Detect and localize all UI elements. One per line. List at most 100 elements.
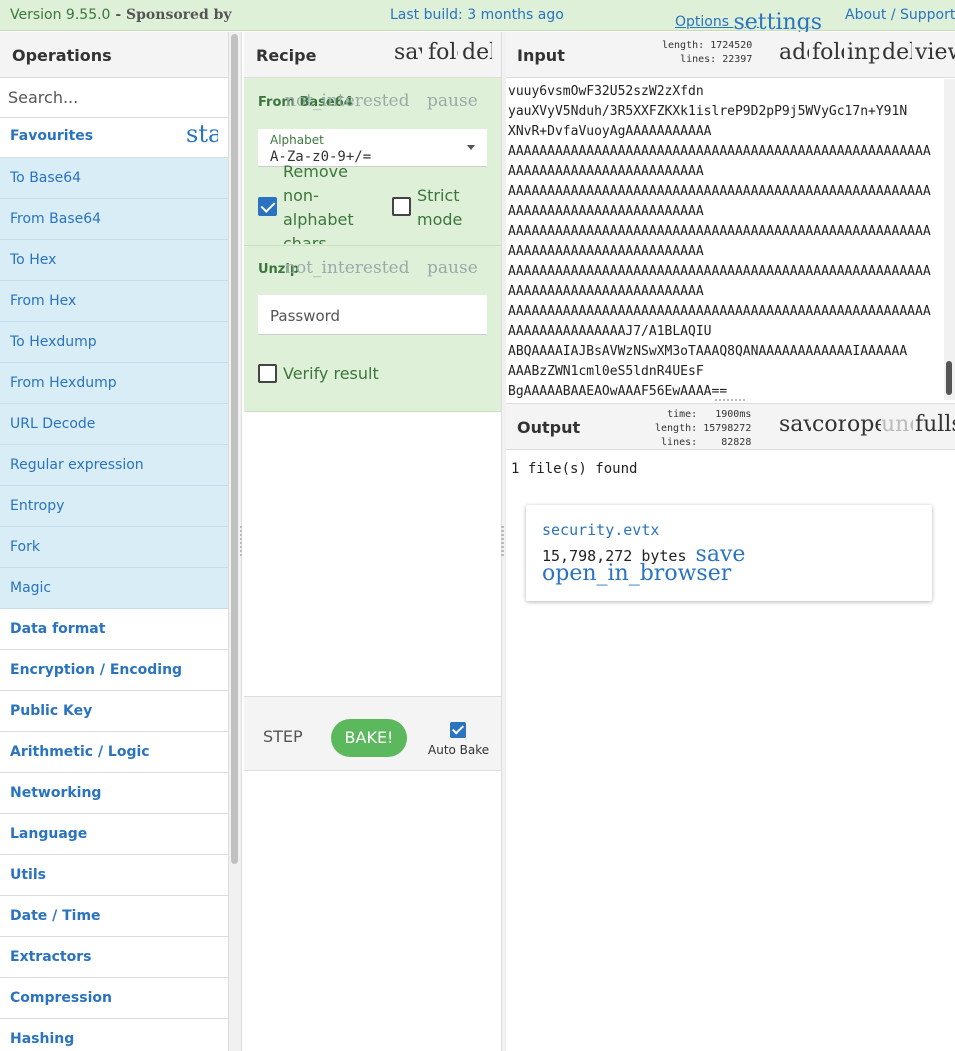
delete-icon[interactable]: delete <box>462 40 492 65</box>
verify-result-label: Verify result <box>283 364 379 383</box>
operation-item[interactable]: Regular expression <box>0 445 228 486</box>
output-stats: time: 1900ms length: 15798272 lines: 828… <box>655 409 752 448</box>
output-panel: Output time: 1900ms length: 15798272 lin… <box>506 403 955 1051</box>
input-panel: Input length: 1724520 lines: 22397 add f… <box>506 32 955 400</box>
view-icon[interactable]: view <box>915 40 955 65</box>
recipe-title: Recipe <box>256 46 317 65</box>
disable-icon[interactable]: not_interested <box>285 91 409 111</box>
recipe-panel: Recipe save folder delete From Base64 no… <box>244 32 502 1051</box>
input-textarea[interactable]: vuuy6vsmOwF32U52szW2zXfdn yauXVyV5Nduh/3R… <box>508 82 944 398</box>
password-placeholder: Password <box>270 307 341 325</box>
sponsored-text: - Sponsored by <box>110 7 232 23</box>
alphabet-label: Alphabet <box>270 133 324 147</box>
delete-icon[interactable]: delete <box>882 40 912 65</box>
input-stats: length: 1724520 lines: 22397 <box>662 40 753 65</box>
remove-nonalphabet-checkbox[interactable] <box>258 197 277 216</box>
input-header: Input length: 1724520 lines: 22397 add f… <box>506 32 955 78</box>
verify-result-checkbox[interactable] <box>258 364 277 383</box>
input-scrollbar[interactable] <box>944 79 955 400</box>
step-button[interactable]: STEP <box>263 727 303 746</box>
chevron-down-icon <box>467 145 475 150</box>
input-line: XNvR+DvfaVuoyAgAAAAAAAAAAA <box>508 124 712 139</box>
input-line: AAAAAAAAAAAAAAAAAAAAAAAAAAAAAAAAAAAAAAAA… <box>508 304 931 319</box>
remove-nonalphabet-label: Remove non-alphabet chars <box>283 162 354 244</box>
resize-grip[interactable] <box>240 526 242 556</box>
version-text: Version 9.55.0 - Sponsored by <box>10 7 232 23</box>
file-name-link[interactable]: security.evtx <box>542 521 659 539</box>
op-unzip[interactable]: Unzip not_interested pause Password Veri… <box>244 246 501 412</box>
auto-bake-label: Auto Bake <box>428 743 490 757</box>
copy-icon[interactable]: content_copy <box>812 412 846 437</box>
bake-bar: STEP BAKE! Auto Bake <box>244 696 501 771</box>
input-icon[interactable]: input <box>847 40 879 65</box>
open-in-browser-icon[interactable]: open_in_browser <box>847 412 881 437</box>
disable-icon[interactable]: not_interested <box>285 258 409 278</box>
input-line: BgAAAAABAAEAOwAAAF56EwAAAA== <box>508 384 728 398</box>
input-line: AAAAAAAAAAAAAAAAAAAAAAAAA <box>508 204 704 219</box>
save-icon[interactable]: save <box>394 40 422 65</box>
star-icon[interactable]: star <box>186 120 218 148</box>
resize-grip[interactable] <box>502 526 504 556</box>
pause-icon[interactable]: pause <box>427 258 478 278</box>
category-item[interactable]: Date / Time <box>0 896 228 937</box>
output-header: Output time: 1900ms length: 15798272 lin… <box>506 404 955 450</box>
category-item[interactable]: Networking <box>0 773 228 814</box>
open-in-browser-icon[interactable]: open_in_browser <box>542 561 731 586</box>
operations-title: Operations <box>0 32 228 78</box>
password-field[interactable]: Password <box>258 295 487 335</box>
last-build-link[interactable]: Last build: 3 months ago <box>390 7 564 23</box>
operation-item[interactable]: Fork <box>0 527 228 568</box>
favourites-category[interactable]: Favourites star <box>0 118 228 158</box>
about-support-link[interactable]: About / Support <box>845 7 955 23</box>
input-line: ABQAAAAIAJBsAVWzNSwXM3oTAAAQ8QANAAAAAAAA… <box>508 344 908 359</box>
fullscreen-icon[interactable]: fullscreen <box>915 412 955 437</box>
output-title: Output <box>517 418 581 437</box>
operation-item[interactable]: From Hex <box>0 281 228 322</box>
category-item[interactable]: Compression <box>0 978 228 1019</box>
pause-icon[interactable]: pause <box>427 91 478 111</box>
category-item[interactable]: Hashing <box>0 1019 228 1051</box>
input-line: yauXVyV5Nduh/3R5XXFZKXk1islreP9D2pP9j5WV… <box>508 104 908 119</box>
scrollbar-thumb[interactable] <box>231 34 238 864</box>
category-item[interactable]: Public Key <box>0 691 228 732</box>
input-line: AAAAAAAAAAAAAAAAAAAAAAAAA <box>508 164 704 179</box>
folder-icon[interactable]: folder <box>812 40 844 65</box>
category-item[interactable]: Language <box>0 814 228 855</box>
undo-icon[interactable]: undo <box>881 412 913 437</box>
save-icon[interactable]: save <box>779 412 811 437</box>
input-title: Input <box>517 46 565 65</box>
strict-mode-checkbox[interactable] <box>392 197 411 216</box>
operations-panel: Operations Search... Favourites star To … <box>0 32 229 1051</box>
input-line: AAABzZWN1cml0eS5ldnR4UEsF <box>508 364 704 379</box>
files-found-text: 1 file(s) found <box>511 461 638 477</box>
search-input[interactable]: Search... <box>0 78 228 118</box>
operation-item[interactable]: URL Decode <box>0 404 228 445</box>
add-icon[interactable]: add <box>779 40 809 65</box>
operation-item[interactable]: To Hexdump <box>0 322 228 363</box>
input-line: AAAAAAAAAAAAAAAJ7/A1BLAQIU <box>508 324 712 339</box>
category-item[interactable]: Encryption / Encoding <box>0 650 228 691</box>
strict-mode-label: Strict mode <box>417 186 463 229</box>
category-item[interactable]: Data format <box>0 609 228 650</box>
auto-bake-checkbox[interactable] <box>450 722 466 738</box>
category-item[interactable]: Extractors <box>0 937 228 978</box>
category-item[interactable]: Arithmetic / Logic <box>0 732 228 773</box>
operation-item[interactable]: Magic <box>0 568 228 609</box>
options-link[interactable]: Options settings <box>675 7 822 35</box>
input-line: AAAAAAAAAAAAAAAAAAAAAAAAAAAAAAAAAAAAAAAA… <box>508 144 931 159</box>
operation-item[interactable]: To Base64 <box>0 158 228 199</box>
file-card: security.evtx 15,798,272 bytes save open… <box>526 505 932 601</box>
category-item[interactable]: Utils <box>0 855 228 896</box>
operation-item[interactable]: From Hexdump <box>0 363 228 404</box>
folder-icon[interactable]: folder <box>428 40 458 65</box>
operation-item[interactable]: Entropy <box>0 486 228 527</box>
input-line: AAAAAAAAAAAAAAAAAAAAAAAAA <box>508 284 704 299</box>
operation-item[interactable]: From Base64 <box>0 199 228 240</box>
resize-grip[interactable] <box>715 399 745 401</box>
bake-button[interactable]: BAKE! <box>331 719 407 757</box>
input-line: AAAAAAAAAAAAAAAAAAAAAAAAAAAAAAAAAAAAAAAA… <box>508 184 931 199</box>
scrollbar-thumb[interactable] <box>946 361 952 395</box>
op-from-base64[interactable]: From Base64 not_interested pause Alphabe… <box>244 78 501 246</box>
recipe-header: Recipe save folder delete <box>244 32 501 78</box>
operation-item[interactable]: To Hex <box>0 240 228 281</box>
